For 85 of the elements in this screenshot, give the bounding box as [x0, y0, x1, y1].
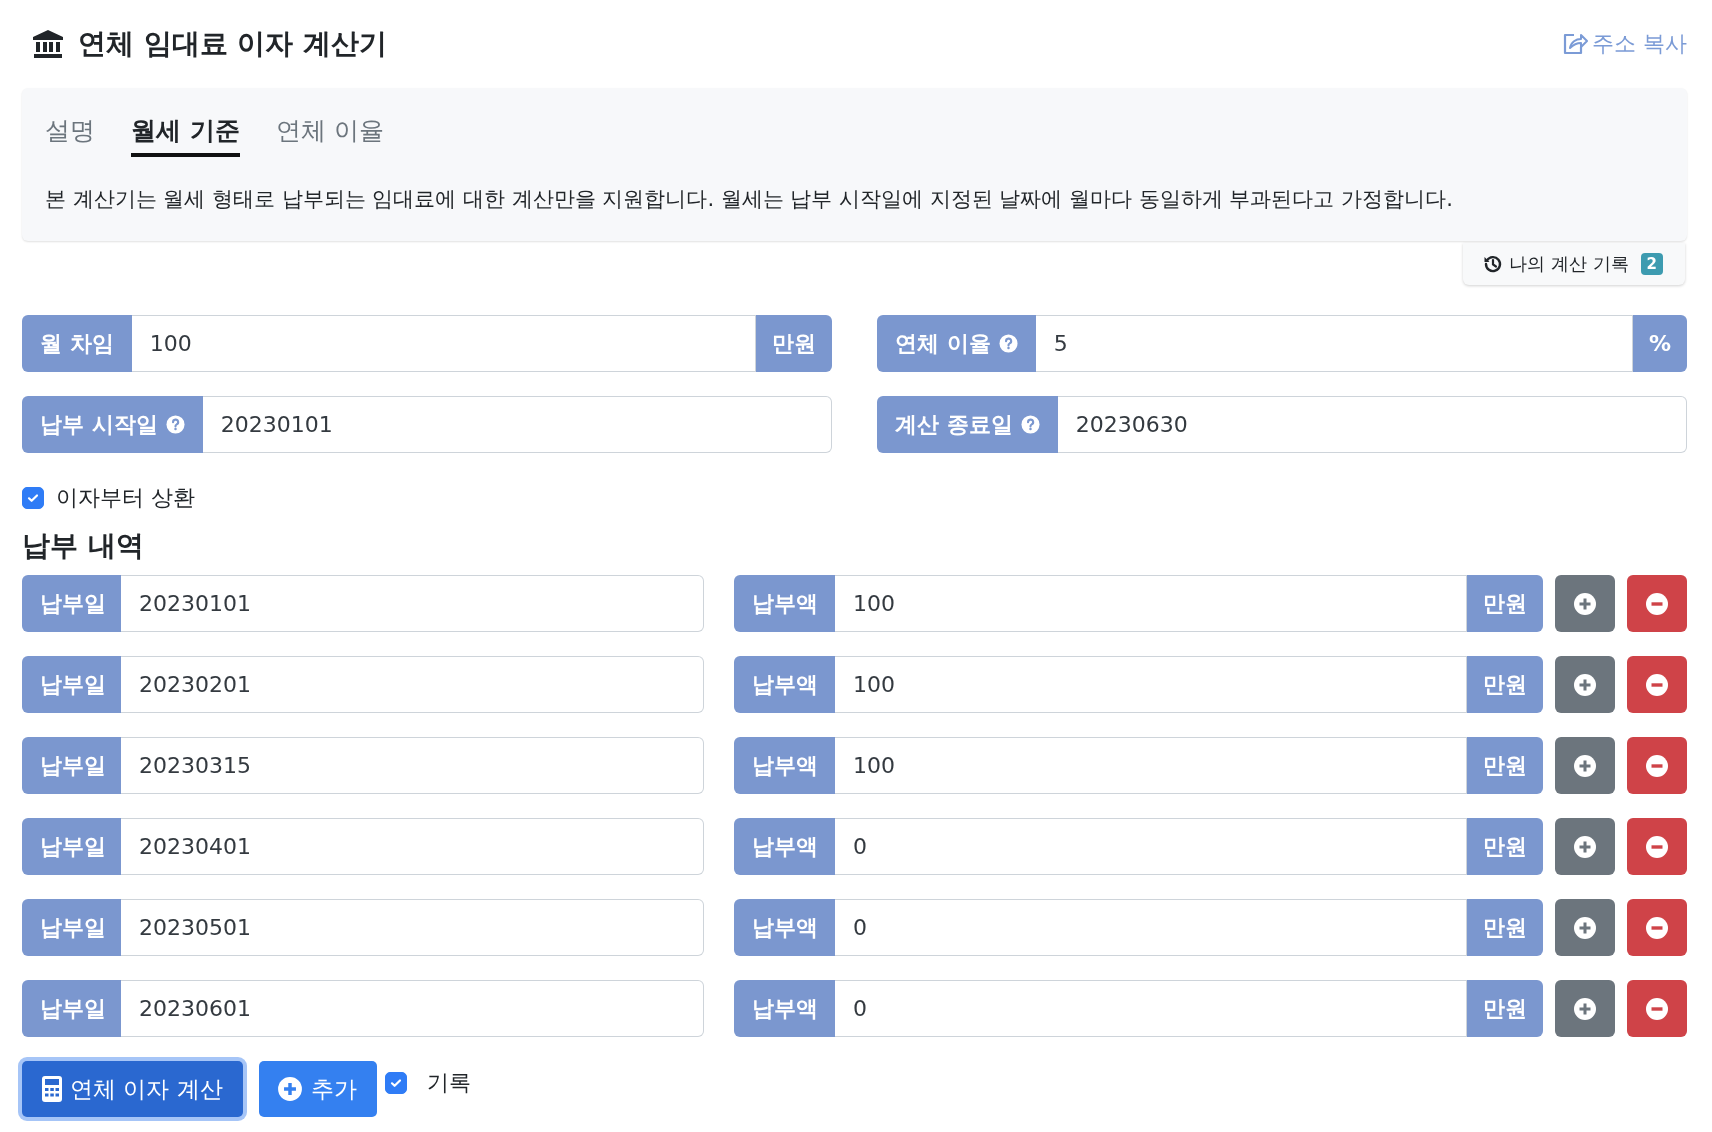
page-title: 연체 임대료 이자 계산기 — [78, 26, 388, 62]
add-row-button[interactable] — [1555, 656, 1615, 713]
input-field[interactable]: 20230101 — [202, 396, 832, 453]
date-field[interactable]: 20230101 — [121, 575, 704, 632]
date-field[interactable]: 20230315 — [121, 737, 704, 794]
unit-label: 만원 — [1467, 899, 1543, 956]
field-label: 납부 시작일 — [22, 396, 203, 453]
date-field[interactable]: 20230601 — [121, 980, 704, 1037]
checkbox-label: 이자부터 상환 — [56, 484, 195, 512]
remove-row-button[interactable] — [1627, 899, 1687, 956]
minus-circle-icon — [1645, 672, 1669, 697]
description-text: 본 계산기는 월세 형태로 납부되는 임대료에 대한 계산만을 지원합니다. 월세는 납부 시작일에 지정된 날짜에 월마다 동일하게 부과된다고 가정합니다. — [45, 186, 1454, 213]
field-label: 연체 이율 — [877, 315, 1036, 372]
share-icon — [1562, 32, 1588, 56]
input-field[interactable]: 100 — [131, 315, 756, 372]
tab[interactable]: 설명 — [45, 114, 95, 157]
date-label: 납부일 — [22, 818, 121, 875]
minus-circle-icon — [1645, 834, 1669, 859]
add-row-button[interactable] — [1555, 737, 1615, 794]
unit-label: 만원 — [1467, 737, 1543, 794]
help-icon — [1020, 415, 1040, 434]
amount-field[interactable]: 0 — [835, 818, 1467, 875]
remove-row-button[interactable] — [1627, 575, 1687, 632]
plus-circle-icon — [1573, 996, 1597, 1021]
add-row-button[interactable] — [1555, 899, 1615, 956]
amount-field[interactable]: 0 — [835, 899, 1467, 956]
date-field[interactable]: 20230201 — [121, 656, 704, 713]
unit-label: 만원 — [1467, 656, 1543, 713]
remove-row-button[interactable] — [1627, 818, 1687, 875]
calculator-icon — [42, 1076, 62, 1102]
plus-circle-icon — [1573, 915, 1597, 940]
section-heading: 납부 내역 — [22, 528, 145, 564]
checkbox[interactable] — [22, 487, 44, 509]
amount-label: 납부액 — [734, 899, 835, 956]
unit-label: 만원 — [1467, 575, 1543, 632]
date-label: 납부일 — [22, 575, 121, 632]
history-icon — [1483, 254, 1504, 274]
amount-label: 납부액 — [734, 818, 835, 875]
input-field[interactable]: 5 — [1035, 315, 1633, 372]
date-label: 납부일 — [22, 980, 121, 1037]
plus-circle-icon — [276, 1076, 303, 1102]
minus-circle-icon — [1645, 915, 1669, 940]
unit-label: % — [1632, 315, 1687, 372]
amount-field[interactable]: 100 — [835, 575, 1467, 632]
history-button[interactable]: 나의 계산 기록 2 — [1463, 243, 1685, 285]
unit-label: 만원 — [756, 315, 832, 372]
minus-circle-icon — [1645, 753, 1669, 778]
plus-circle-icon — [1573, 834, 1597, 859]
field-label: 월 차임 — [22, 315, 132, 372]
plus-circle-icon — [1573, 753, 1597, 778]
add-row-button[interactable] — [1555, 818, 1615, 875]
amount-field[interactable]: 0 — [835, 980, 1467, 1037]
unit-label: 만원 — [1467, 980, 1543, 1037]
date-label: 납부일 — [22, 737, 121, 794]
help-icon — [998, 334, 1018, 353]
add-row-button[interactable] — [1555, 980, 1615, 1037]
tab[interactable]: 연체 이율 — [275, 114, 384, 157]
minus-circle-icon — [1645, 591, 1669, 616]
count-badge: 2 — [1640, 253, 1663, 275]
minus-circle-icon — [1645, 996, 1669, 1021]
field-label: 계산 종료일 — [877, 396, 1058, 453]
checkbox-label: 기록 — [426, 1069, 471, 1097]
add-row-button[interactable] — [1555, 575, 1615, 632]
remove-row-button[interactable] — [1627, 737, 1687, 794]
date-field[interactable]: 20230401 — [121, 818, 704, 875]
add-button[interactable]: 추가 — [258, 1061, 377, 1117]
date-label: 납부일 — [22, 899, 121, 956]
plus-circle-icon — [1573, 591, 1597, 616]
bank-icon — [32, 29, 64, 59]
plus-circle-icon — [1573, 672, 1597, 697]
date-label: 납부일 — [22, 656, 121, 713]
amount-label: 납부액 — [734, 575, 835, 632]
date-field[interactable]: 20230501 — [121, 899, 704, 956]
amount-field[interactable]: 100 — [835, 656, 1467, 713]
tab[interactable]: 월세 기준 — [131, 114, 240, 157]
checkbox[interactable] — [384, 1072, 407, 1094]
amount-label: 납부액 — [734, 737, 835, 794]
amount-label: 납부액 — [734, 656, 835, 713]
amount-label: 납부액 — [734, 980, 835, 1037]
amount-field[interactable]: 100 — [835, 737, 1467, 794]
help-icon — [165, 415, 185, 434]
remove-row-button[interactable] — [1627, 656, 1687, 713]
unit-label: 만원 — [1467, 818, 1543, 875]
input-field[interactable]: 20230630 — [1057, 396, 1687, 453]
remove-row-button[interactable] — [1627, 980, 1687, 1037]
